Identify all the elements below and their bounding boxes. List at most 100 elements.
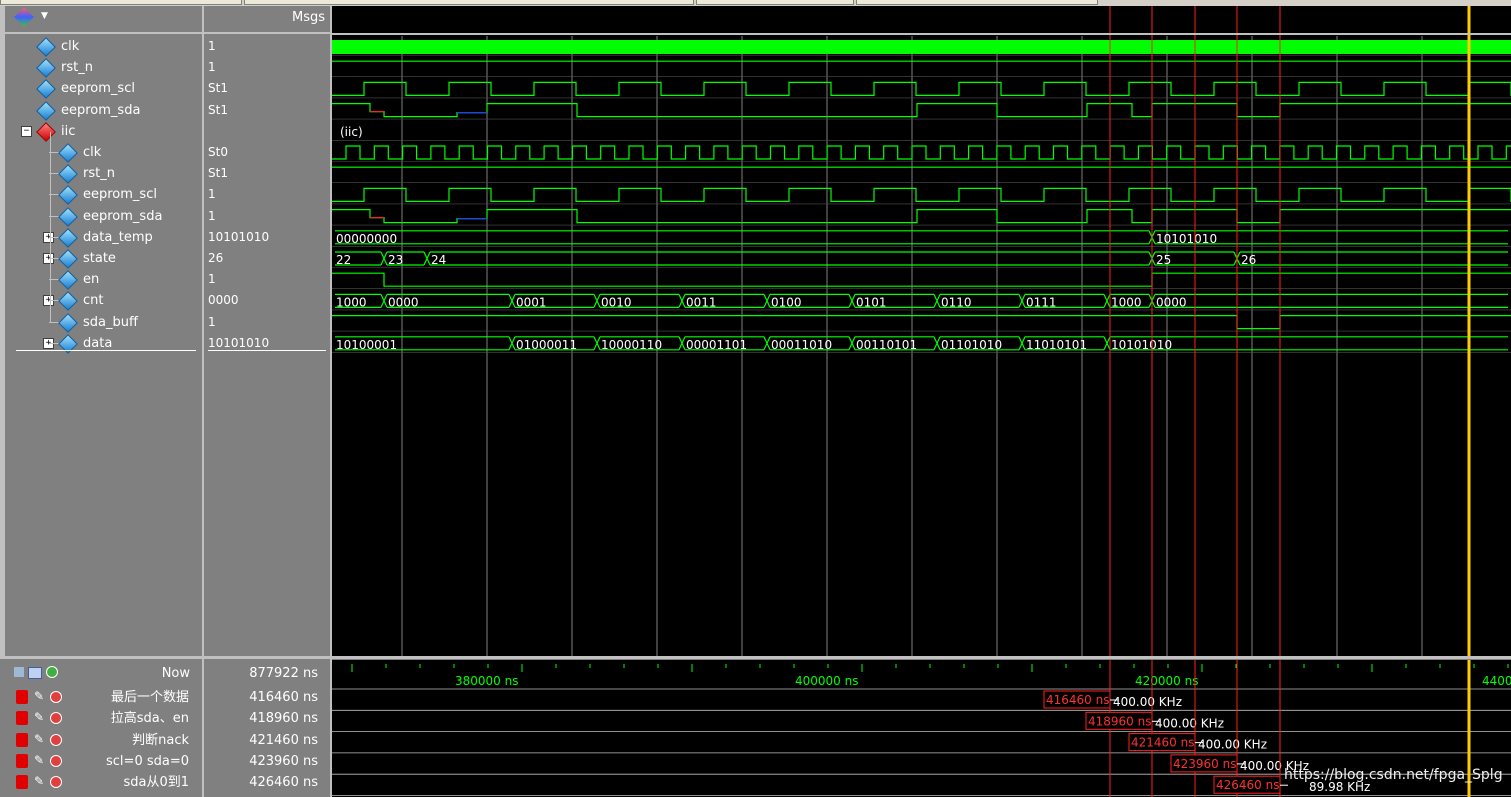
cursor-time-label: 423960 ns (1173, 757, 1236, 771)
signal-row[interactable]: sda_buff 1 (5, 312, 331, 333)
values-header: Msgs (204, 6, 331, 34)
bus-value-label: 0010 (601, 295, 632, 309)
signal-name: clk (83, 145, 102, 160)
signal-row[interactable]: rst_n St1 (5, 163, 331, 185)
signal-icon (36, 100, 56, 121)
signal-value: 1 (208, 272, 216, 287)
cursor-row[interactable]: ✎ 拉高sda、en 418960 ns (0, 708, 331, 729)
signal-row[interactable]: − iic (5, 121, 331, 142)
signal-row[interactable]: rst_n 1 (5, 57, 331, 79)
timeline-tick-label: 420000 ns (1135, 674, 1198, 688)
remove-cursor-icon[interactable] (50, 733, 62, 746)
signal-value: St1 (208, 102, 228, 117)
cursor-row[interactable]: ✎ scl=0 sda=0 423960 ns (0, 751, 331, 772)
bus-value-label: 01101010 (941, 338, 1002, 352)
lock-icon[interactable] (16, 753, 28, 768)
bus-transition (763, 336, 771, 351)
signal-value: 1 (208, 314, 216, 329)
bus-value-label: 10101010 (1111, 338, 1172, 352)
lock-icon[interactable] (16, 732, 28, 747)
tab-segment[interactable] (696, 0, 854, 5)
values-title: Msgs (291, 10, 325, 25)
wave-tool-icon[interactable] (14, 7, 34, 27)
signal-row[interactable]: +data_temp10101010 (5, 227, 331, 248)
signal-row[interactable]: eeprom_scl 1 (5, 184, 331, 206)
cursor-freq-label: 400.00 KHz (1113, 695, 1182, 709)
signal-icon (58, 143, 78, 163)
bus-value-label: 23 (388, 253, 403, 267)
bus-transition (593, 336, 601, 351)
cursor-toolbar-icon[interactable] (28, 667, 42, 679)
wrench-icon[interactable]: ✎ (34, 689, 44, 703)
lock-icon[interactable] (16, 775, 28, 790)
signal-name: state (83, 251, 116, 266)
signal-row[interactable]: clk St0 (5, 142, 331, 163)
lock-icon[interactable] (16, 711, 28, 726)
chevron-down-icon[interactable]: ▼ (41, 11, 48, 21)
signal-row[interactable]: eeprom_sda St1 (5, 100, 331, 121)
scl-wave (332, 81, 1511, 96)
bus-value-label: 10101010 (1156, 232, 1217, 246)
bus-transition (933, 336, 941, 351)
remove-cursor-icon[interactable] (50, 776, 62, 789)
inner-clk-wave (332, 145, 1511, 160)
signal-value: 1 (208, 208, 216, 223)
wrench-icon[interactable]: ✎ (34, 774, 44, 788)
cursor-name: 最后一个数据 (110, 690, 189, 705)
remove-cursor-icon[interactable] (50, 712, 62, 725)
wrench-icon[interactable]: ✎ (34, 753, 44, 767)
wrench-icon[interactable]: ✎ (34, 732, 44, 746)
now-label: Now (161, 666, 190, 681)
signal-name: clk (61, 39, 80, 54)
signal-row[interactable]: eeprom_sda 1 (5, 206, 331, 227)
signal-icon (58, 164, 78, 185)
signal-value: St1 (208, 81, 228, 96)
cursor-row[interactable]: ✎ 最后一个数据 416460 ns (0, 687, 331, 708)
cursor-name: 判断nack (132, 732, 189, 748)
waveform-area[interactable]: (iic) 00000000 10101010 22 23 24 25 26 1000 0000 0… (332, 6, 1511, 658)
insert-marker[interactable] (16, 350, 196, 351)
timeline-tick-label: 400000 ns (795, 674, 858, 688)
signal-name: eeprom_sda (83, 208, 163, 224)
tab-segment[interactable] (0, 0, 242, 5)
cursor-time-label: 426460 ns (1216, 778, 1279, 792)
signal-name: eeprom_sda (61, 102, 141, 118)
signal-value: 1 (208, 39, 216, 53)
add-cursor-icon[interactable] (46, 666, 58, 678)
cursor-toolbar-icon[interactable] (14, 667, 24, 677)
horizontal-divider[interactable] (0, 656, 1511, 659)
signal-icon (58, 312, 78, 333)
cursor-row[interactable]: ✎ sda从0到1 426460 ns (0, 772, 331, 793)
signal-row[interactable]: en 1 (5, 269, 331, 291)
signal-row[interactable]: +cnt0000 (5, 290, 331, 312)
signal-value: 26 (208, 251, 224, 265)
bus-value-label: 0100 (771, 295, 802, 309)
lock-icon[interactable] (16, 690, 28, 704)
bus-transition (1018, 294, 1026, 308)
remove-cursor-icon[interactable] (50, 691, 62, 703)
bus-value-label: 26 (1241, 253, 1256, 267)
signal-row[interactable]: eeprom_scl St1 (5, 78, 331, 100)
timeline-tick-label: 380000 ns (455, 674, 518, 688)
collapse-toggle-icon[interactable]: − (21, 125, 32, 137)
signal-value: 0000 (208, 293, 239, 308)
sda-buff-wave (332, 315, 1511, 330)
cursor-row[interactable]: ✎ 判断nack 421460 ns (0, 730, 331, 751)
wrench-icon[interactable]: ✎ (34, 710, 44, 724)
signal-row[interactable]: +state26 (5, 248, 331, 269)
bus-value-label: 1000 (336, 295, 367, 309)
instance-label: (iic) (340, 125, 363, 139)
bus-value-label: 0110 (941, 295, 972, 309)
signal-row[interactable]: clk 1 (5, 36, 331, 57)
signal-icon (36, 58, 56, 79)
waveform-canvas[interactable]: (iic)00000000 1010101022 23 24 25 261000 0000 0… (332, 6, 1511, 658)
tab-segment[interactable] (856, 0, 1098, 5)
bus-transition (678, 336, 686, 351)
signal-name: iic (61, 123, 76, 139)
bus-value-label: 00110101 (856, 338, 917, 352)
bus-value-label: 00011010 (771, 338, 832, 352)
tab-segment[interactable] (244, 0, 694, 5)
bus-value-label: 25 (1156, 253, 1171, 267)
bus-transition (1018, 336, 1026, 351)
remove-cursor-icon[interactable] (50, 754, 62, 767)
